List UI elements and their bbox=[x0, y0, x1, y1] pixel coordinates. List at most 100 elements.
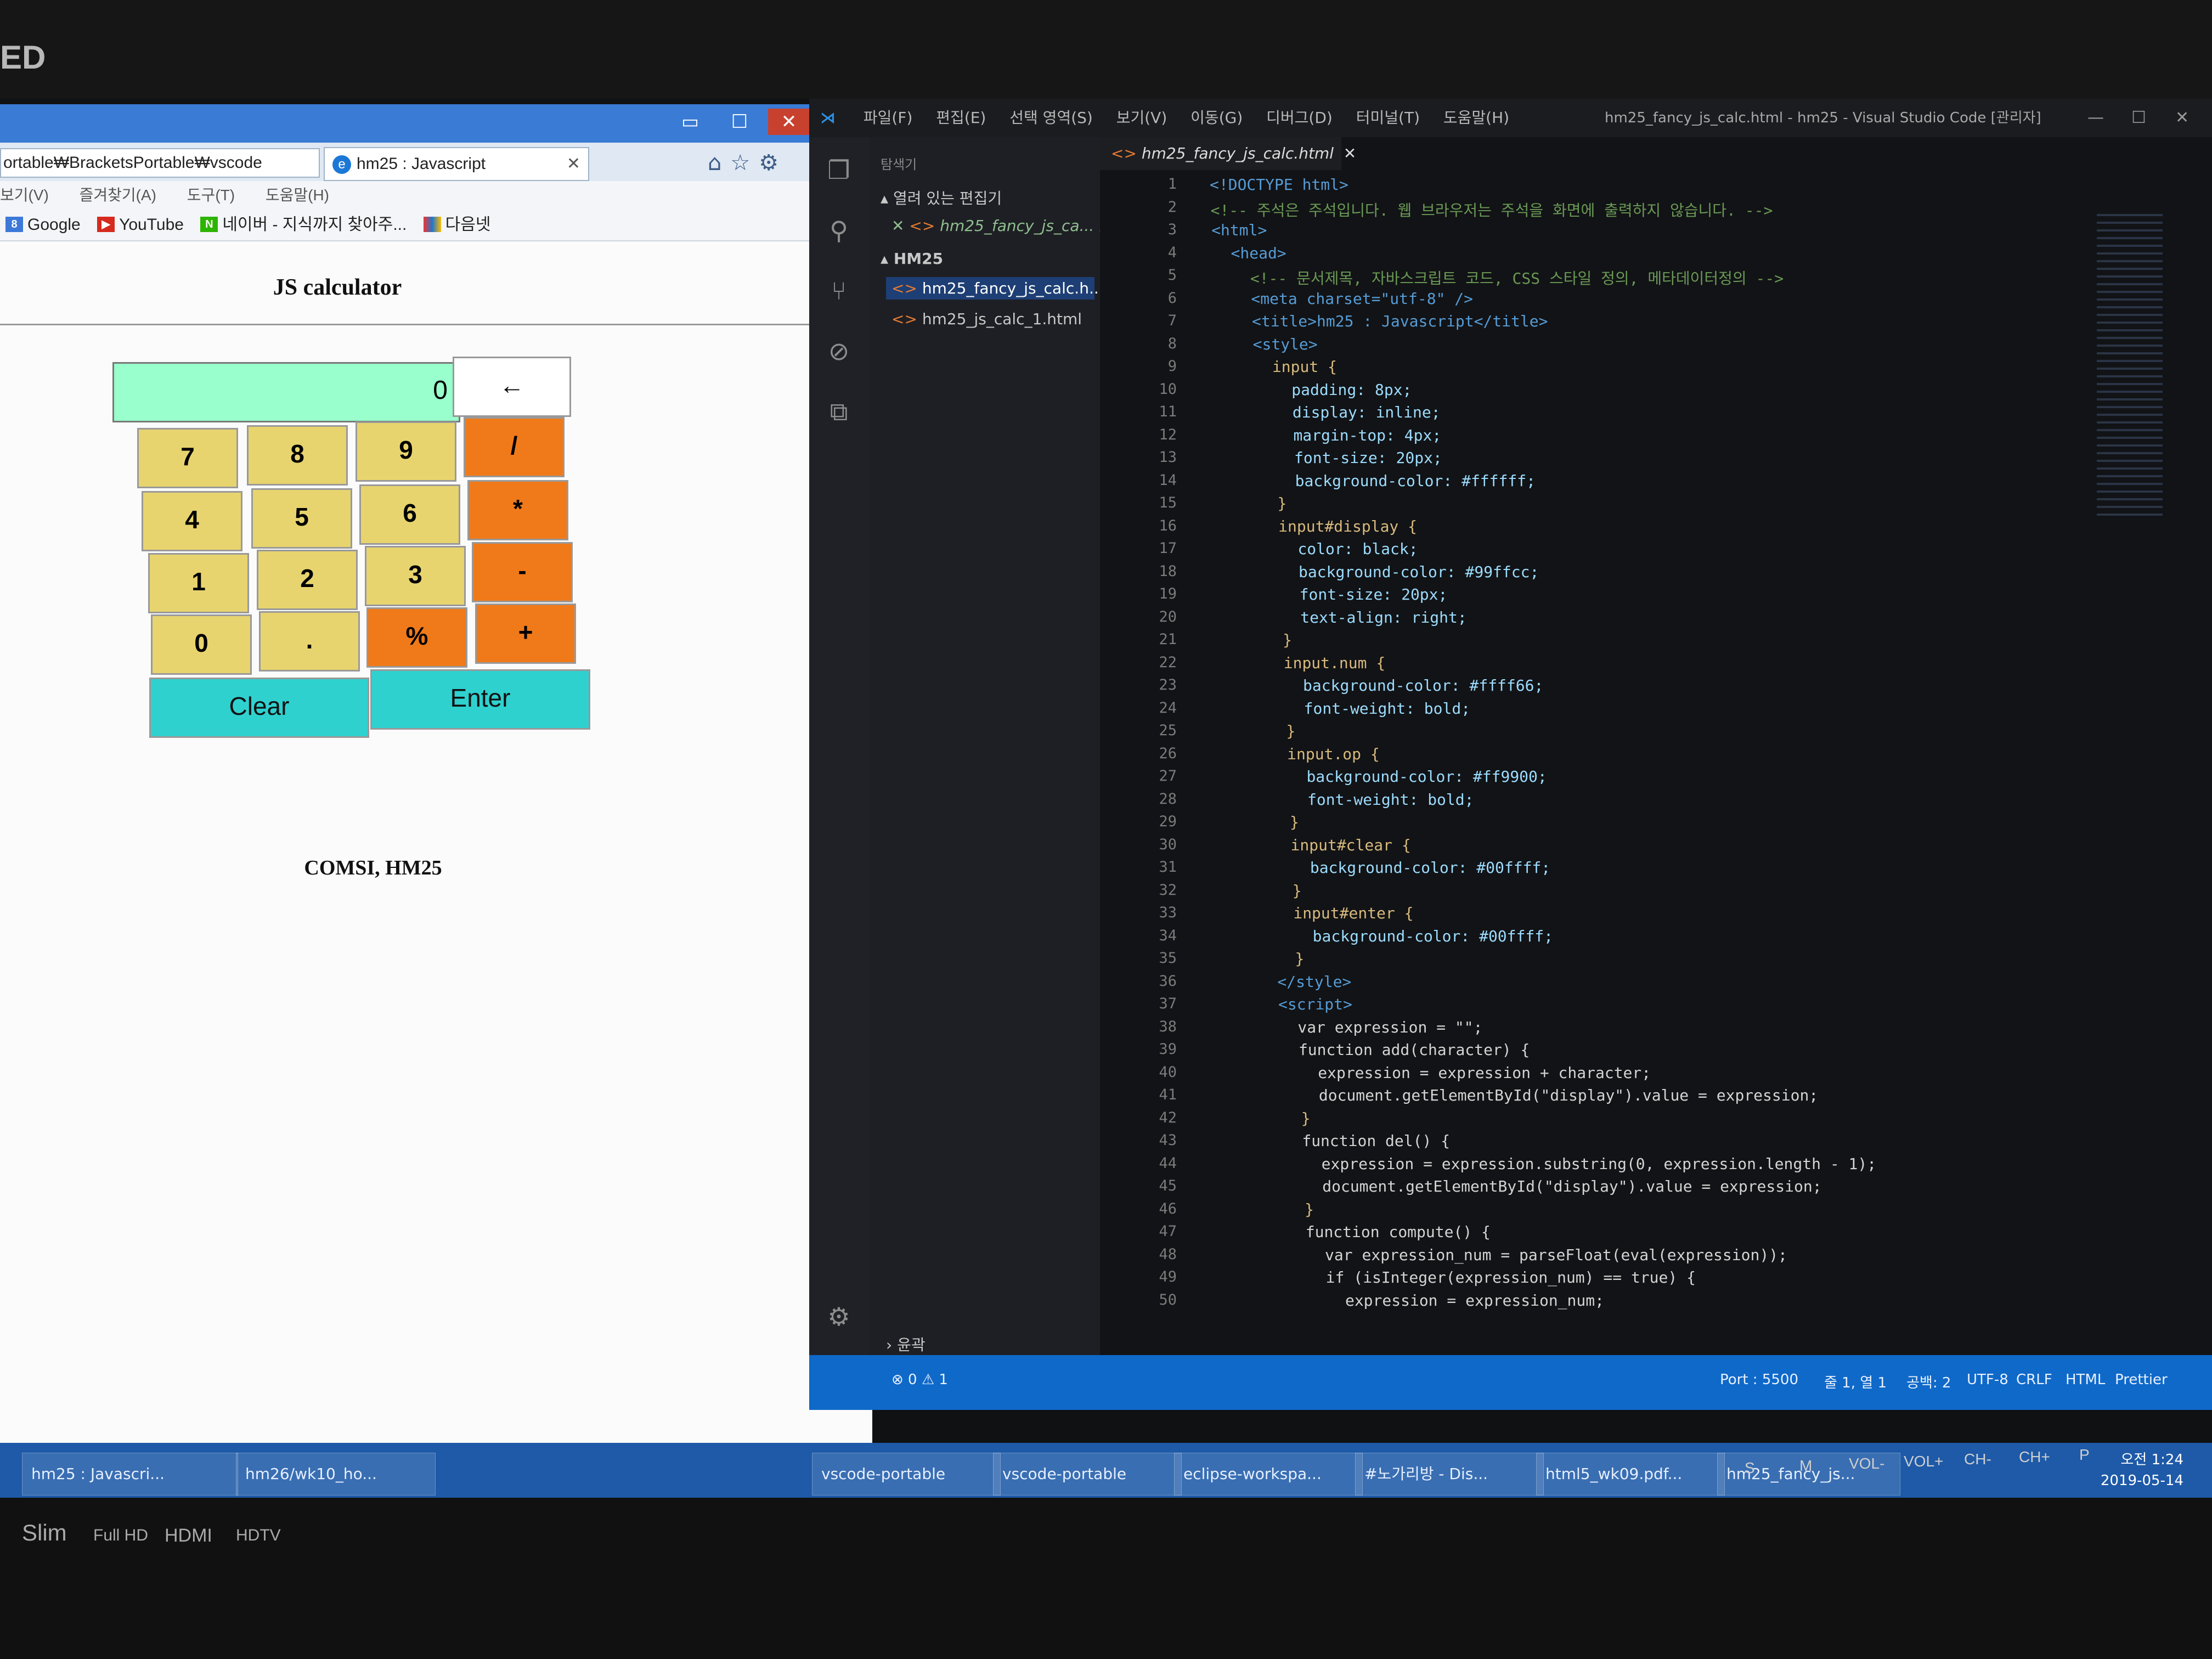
settings-gear-icon[interactable]: ⚙ bbox=[822, 1300, 855, 1333]
key-6[interactable]: 6 bbox=[359, 484, 460, 545]
taskbar-item-chrome[interactable]: hm26/wk10_ho... bbox=[236, 1453, 436, 1496]
source-control-icon[interactable]: ⑂ bbox=[822, 274, 855, 307]
key-4[interactable]: 4 bbox=[142, 491, 242, 551]
menu-help[interactable]: 도움말(H) bbox=[266, 187, 329, 204]
address-bar[interactable]: ortable₩BracketsPortable₩vscode bbox=[0, 148, 320, 178]
code-line: <!-- 문서제목, 자바스크립트 코드, CSS 스타일 정의, 메타데이터정… bbox=[1213, 269, 1784, 287]
osd-vol-down[interactable]: VOL- bbox=[1849, 1455, 1884, 1472]
minimize-button[interactable]: ▭ bbox=[669, 109, 711, 135]
cursor-position[interactable]: 줄 1, 열 1 bbox=[1824, 1372, 1887, 1392]
menu-tools[interactable]: 도구(T) bbox=[187, 187, 235, 204]
html-file-icon: <> bbox=[891, 310, 917, 328]
code-line: } bbox=[1239, 950, 1305, 968]
problems-status[interactable]: ⊗ 0 ⚠ 1 bbox=[891, 1372, 948, 1388]
display-input[interactable]: 0 bbox=[112, 362, 460, 422]
explorer-icon[interactable]: ❐ bbox=[822, 154, 855, 187]
browser-titlebar: ▭ ☐ ✕ bbox=[0, 104, 872, 143]
file-item-calc-1[interactable]: <> hm25_js_calc_1.html bbox=[891, 310, 1082, 328]
backspace-button[interactable]: ← bbox=[453, 357, 571, 417]
vscode-minimize-icon[interactable]: — bbox=[2087, 99, 2104, 137]
live-server-port[interactable]: Port : 5500 bbox=[1720, 1372, 1798, 1388]
taskbar-item-eclipse[interactable]: eclipse-workspa... bbox=[1174, 1453, 1363, 1496]
line-number: 27 bbox=[1159, 768, 1177, 785]
key-dot[interactable]: . bbox=[259, 611, 360, 672]
menu-help[interactable]: 도움말(H) bbox=[1443, 109, 1509, 127]
osd-power[interactable]: P bbox=[2079, 1446, 2090, 1464]
line-number: 45 bbox=[1159, 1177, 1177, 1194]
key-0[interactable]: 0 bbox=[151, 614, 252, 675]
favorite-daum[interactable]: 다음넷 bbox=[423, 216, 490, 234]
key-8[interactable]: 8 bbox=[247, 425, 348, 486]
open-editors-section[interactable]: ▴ 열려 있는 편집기 bbox=[881, 187, 1002, 208]
key-divide[interactable]: / bbox=[464, 417, 565, 477]
code-line: background-color: #00ffff; bbox=[1238, 927, 1553, 945]
menu-terminal[interactable]: 터미널(T) bbox=[1356, 109, 1420, 127]
key-9[interactable]: 9 bbox=[356, 421, 456, 482]
code-editor[interactable]: <> hm25_fancy_js_calc.html ✕ 1 <!DOCTYPE … bbox=[1100, 137, 2212, 1410]
debug-icon[interactable]: ⊘ bbox=[822, 335, 855, 368]
key-5[interactable]: 5 bbox=[251, 488, 352, 549]
menu-view[interactable]: 보기(V) bbox=[0, 187, 49, 204]
key-1[interactable]: 1 bbox=[148, 553, 249, 613]
key-plus[interactable]: + bbox=[475, 603, 576, 664]
line-endings[interactable]: CRLF bbox=[2016, 1372, 2052, 1388]
file-item-fancy-calc[interactable]: <> hm25_fancy_js_calc.h... 1 bbox=[886, 277, 1118, 300]
search-icon[interactable]: ⚲ bbox=[822, 214, 855, 247]
menu-favorites[interactable]: 즐겨찾기(A) bbox=[80, 187, 156, 204]
vscode-close-icon[interactable]: ✕ bbox=[2175, 99, 2189, 137]
menu-view[interactable]: 보기(V) bbox=[1116, 109, 1167, 127]
taskbar-item-pdf[interactable]: html5_wk09.pdf... bbox=[1536, 1453, 1725, 1496]
tab-close-icon[interactable]: ✕ bbox=[567, 148, 580, 180]
close-button[interactable]: ✕ bbox=[768, 109, 810, 135]
code-line: var expression = ""; bbox=[1242, 1018, 1483, 1036]
code-line: } bbox=[1249, 1200, 1314, 1218]
menu-go[interactable]: 이동(G) bbox=[1190, 109, 1243, 127]
key-2[interactable]: 2 bbox=[257, 550, 358, 610]
nav-icons: ⌂☆⚙ bbox=[708, 150, 787, 176]
extensions-icon[interactable]: ⧉ bbox=[822, 395, 855, 428]
editor-tab[interactable]: <> hm25_fancy_js_calc.html ✕ bbox=[1100, 137, 1356, 170]
key-multiply[interactable]: * bbox=[467, 480, 568, 540]
open-editor-item[interactable]: ✕ <> hm25_fancy_js_ca... 1 bbox=[891, 217, 1109, 235]
osd-ch-up[interactable]: CH+ bbox=[2019, 1448, 2050, 1466]
encoding[interactable]: UTF-8 bbox=[1967, 1372, 2008, 1388]
key-7[interactable]: 7 bbox=[137, 428, 238, 488]
indentation[interactable]: 공백: 2 bbox=[1906, 1372, 1951, 1392]
clear-button[interactable]: Clear bbox=[149, 678, 369, 738]
code-line: document.getElementById("display").value… bbox=[1248, 1177, 1822, 1195]
tab-hm25[interactable]: e hm25 : Javascript ✕ bbox=[324, 147, 589, 181]
taskbar-item-ie[interactable]: hm25 : Javascri... bbox=[22, 1453, 238, 1496]
menu-selection[interactable]: 선택 영역(S) bbox=[1009, 109, 1093, 127]
favorites-star-icon[interactable]: ☆ bbox=[730, 150, 759, 176]
formatter[interactable]: Prettier bbox=[2115, 1372, 2168, 1388]
taskbar-item-discord[interactable]: #노가리방 - Dis... bbox=[1355, 1453, 1544, 1496]
menu-file[interactable]: 파일(F) bbox=[864, 109, 912, 127]
minimap[interactable] bbox=[2097, 214, 2163, 521]
osd-s[interactable]: S bbox=[1745, 1459, 1755, 1477]
home-icon[interactable]: ⌂ bbox=[708, 150, 730, 176]
taskbar-item-vscode-portable-1[interactable]: vscode-portable bbox=[812, 1453, 1001, 1496]
code-line: <head> bbox=[1212, 244, 1286, 262]
folder-hm25[interactable]: ▴ HM25 bbox=[881, 250, 943, 268]
code-line: background-color: #99ffcc; bbox=[1224, 562, 1539, 581]
outline-section[interactable]: › 윤곽 bbox=[886, 1333, 926, 1355]
key-percent[interactable]: % bbox=[366, 607, 467, 668]
menu-edit[interactable]: 편집(E) bbox=[936, 109, 986, 127]
activity-bar: ❐ ⚲ ⑂ ⊘ ⧉ ⚙ bbox=[809, 137, 870, 1410]
language-mode[interactable]: HTML bbox=[2066, 1372, 2105, 1388]
favorite-youtube[interactable]: ▶ YouTube bbox=[97, 216, 184, 234]
gear-icon[interactable]: ⚙ bbox=[759, 150, 787, 176]
maximize-button[interactable]: ☐ bbox=[719, 109, 760, 135]
enter-button[interactable]: Enter bbox=[370, 669, 590, 730]
taskbar-item-vscode-portable-2[interactable]: vscode-portable bbox=[993, 1453, 1182, 1496]
vscode-maximize-icon[interactable]: ☐ bbox=[2131, 99, 2146, 137]
key-minus[interactable]: - bbox=[472, 542, 573, 602]
key-3[interactable]: 3 bbox=[365, 546, 466, 606]
osd-ch-down[interactable]: CH- bbox=[1964, 1451, 1991, 1468]
osd-vol-up[interactable]: VOL+ bbox=[1904, 1453, 1943, 1470]
osd-m[interactable]: M bbox=[1799, 1457, 1812, 1475]
favorite-naver[interactable]: N 네이버 - 지식까지 찾아주... bbox=[200, 216, 407, 234]
menu-debug[interactable]: 디버그(D) bbox=[1266, 109, 1333, 127]
favorite-google[interactable]: 8 Google bbox=[5, 216, 81, 234]
system-clock[interactable]: 오전 1:24 2019-05-14 bbox=[2074, 1449, 2183, 1491]
